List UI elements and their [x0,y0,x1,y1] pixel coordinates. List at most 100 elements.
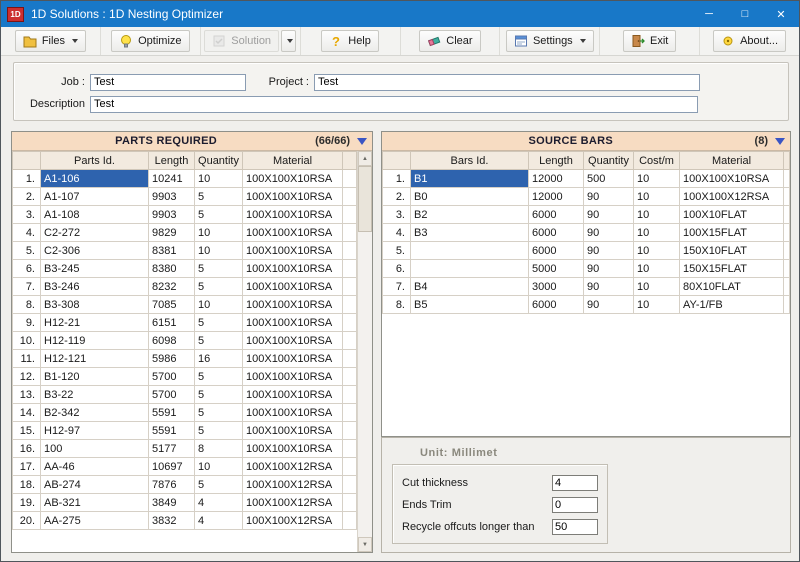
cell-length[interactable]: 3000 [528,277,584,296]
cell-material[interactable]: 100X100X10RSA [242,349,343,368]
cell-material[interactable]: 100X100X10RSA [242,385,343,404]
parts-scrollbar[interactable]: ▲ ▼ [357,151,372,552]
cell-pad[interactable] [342,169,357,188]
cell-id[interactable]: B3-22 [40,385,149,404]
table-row[interactable]: 12. B1-120 5700 5 100X100X10RSA [12,367,357,386]
cell-length[interactable]: 10241 [148,169,195,188]
row-number-cell[interactable]: 2. [382,187,411,206]
cell-pad[interactable] [342,187,357,206]
cell-material[interactable]: 100X100X10RSA [242,223,343,242]
cell-length[interactable]: 9903 [148,205,195,224]
cell-qty[interactable]: 5 [194,385,243,404]
cell-id[interactable]: AA-46 [40,457,149,476]
table-row[interactable]: 6. 5000 90 10 150X15FLAT [382,259,790,278]
cell-material[interactable]: 100X15FLAT [679,223,784,242]
cell-material[interactable]: 100X100X10RSA [242,187,343,206]
cell-pad[interactable] [783,259,790,278]
cell-length[interactable]: 9903 [148,187,195,206]
cell-id[interactable]: B1 [410,169,529,188]
table-row[interactable]: 7. B4 3000 90 10 80X10FLAT [382,277,790,296]
cell-id[interactable]: B0 [410,187,529,206]
cell-length[interactable]: 6151 [148,313,195,332]
cell-id[interactable]: C2-272 [40,223,149,242]
row-number-cell[interactable]: 19. [12,493,41,512]
cell-length[interactable]: 6000 [528,205,584,224]
row-number-cell[interactable]: 3. [12,205,41,224]
row-number-cell[interactable]: 18. [12,475,41,494]
cell-qty[interactable]: 16 [194,349,243,368]
cell-id[interactable]: B3-246 [40,277,149,296]
table-row[interactable]: 10. H12-119 6098 5 100X100X10RSA [12,331,357,350]
cell-qty[interactable]: 10 [194,223,243,242]
minimize-button[interactable]: ─ [691,1,727,27]
cell-pad[interactable] [342,223,357,242]
column-header-material[interactable]: Material [242,151,343,170]
cell-length[interactable]: 5986 [148,349,195,368]
cell-length[interactable]: 6000 [528,223,584,242]
cell-id[interactable]: H12-119 [40,331,149,350]
cell-pad[interactable] [342,439,357,458]
cell-qty[interactable]: 90 [583,241,634,260]
row-number-cell[interactable]: 16. [12,439,41,458]
source-dropdown-icon[interactable] [775,137,785,145]
cell-pad[interactable] [342,205,357,224]
cut-thickness-input[interactable] [552,475,598,491]
table-row[interactable]: 9. H12-21 6151 5 100X100X10RSA [12,313,357,332]
cell-id[interactable]: B5 [410,295,529,314]
cell-id[interactable] [410,241,529,260]
cell-pad[interactable] [342,475,357,494]
row-number-cell[interactable]: 9. [12,313,41,332]
cell-length[interactable]: 10697 [148,457,195,476]
cell-cost[interactable]: 10 [633,169,680,188]
cell-pad[interactable] [342,421,357,440]
table-row[interactable]: 18. AB-274 7876 5 100X100X12RSA [12,475,357,494]
cell-qty[interactable]: 5 [194,259,243,278]
settings-button[interactable]: Settings [505,30,594,52]
cell-cost[interactable]: 10 [633,277,680,296]
column-header-length[interactable]: Length [148,151,195,170]
cell-length[interactable]: 5177 [148,439,195,458]
cell-length[interactable]: 8381 [148,241,195,260]
cell-material[interactable]: AY-1/FB [679,295,784,314]
cell-material[interactable]: 100X100X10RSA [242,277,343,296]
project-input[interactable] [314,73,700,91]
cell-material[interactable]: 100X100X12RSA [679,187,784,206]
table-row[interactable]: 6. B3-245 8380 5 100X100X10RSA [12,259,357,278]
about-button[interactable]: About... [713,30,787,52]
cell-qty[interactable]: 90 [583,205,634,224]
help-button[interactable]: ? Help [321,30,379,52]
cell-pad[interactable] [342,241,357,260]
table-row[interactable]: 8. B3-308 7085 10 100X100X10RSA [12,295,357,314]
column-header-parts-id[interactable]: Parts Id. [40,151,149,170]
cell-qty[interactable]: 500 [583,169,634,188]
cell-material[interactable]: 100X100X12RSA [242,457,343,476]
cell-qty[interactable]: 8 [194,439,243,458]
cell-length[interactable]: 5591 [148,403,195,422]
cell-id[interactable]: A1-106 [40,169,149,188]
cell-material[interactable]: 100X100X10RSA [242,439,343,458]
cell-cost[interactable]: 10 [633,259,680,278]
cell-material[interactable]: 100X100X12RSA [242,511,343,530]
cell-length[interactable]: 6098 [148,331,195,350]
scroll-down-icon[interactable]: ▼ [358,537,372,552]
row-number-cell[interactable]: 13. [12,385,41,404]
table-row[interactable]: 3. B2 6000 90 10 100X10FLAT [382,205,790,224]
table-row[interactable]: 17. AA-46 10697 10 100X100X12RSA [12,457,357,476]
table-row[interactable]: 1. A1-106 10241 10 100X100X10RSA [12,169,357,188]
table-row[interactable]: 4. B3 6000 90 10 100X15FLAT [382,223,790,242]
cell-qty[interactable]: 4 [194,511,243,530]
row-number-cell[interactable]: 20. [12,511,41,530]
scrollbar-thumb[interactable] [358,166,372,232]
table-row[interactable]: 3. A1-108 9903 5 100X100X10RSA [12,205,357,224]
cell-length[interactable]: 3832 [148,511,195,530]
table-row[interactable]: 5. C2-306 8381 10 100X100X10RSA [12,241,357,260]
cell-qty[interactable]: 90 [583,277,634,296]
table-row[interactable]: 1. B1 12000 500 10 100X100X10RSA [382,169,790,188]
row-number-cell[interactable]: 4. [382,223,411,242]
cell-length[interactable]: 8380 [148,259,195,278]
cell-pad[interactable] [342,277,357,296]
row-number-cell[interactable]: 12. [12,367,41,386]
cell-material[interactable]: 100X100X10RSA [242,259,343,278]
table-row[interactable]: 7. B3-246 8232 5 100X100X10RSA [12,277,357,296]
row-number-cell[interactable]: 1. [382,169,411,188]
